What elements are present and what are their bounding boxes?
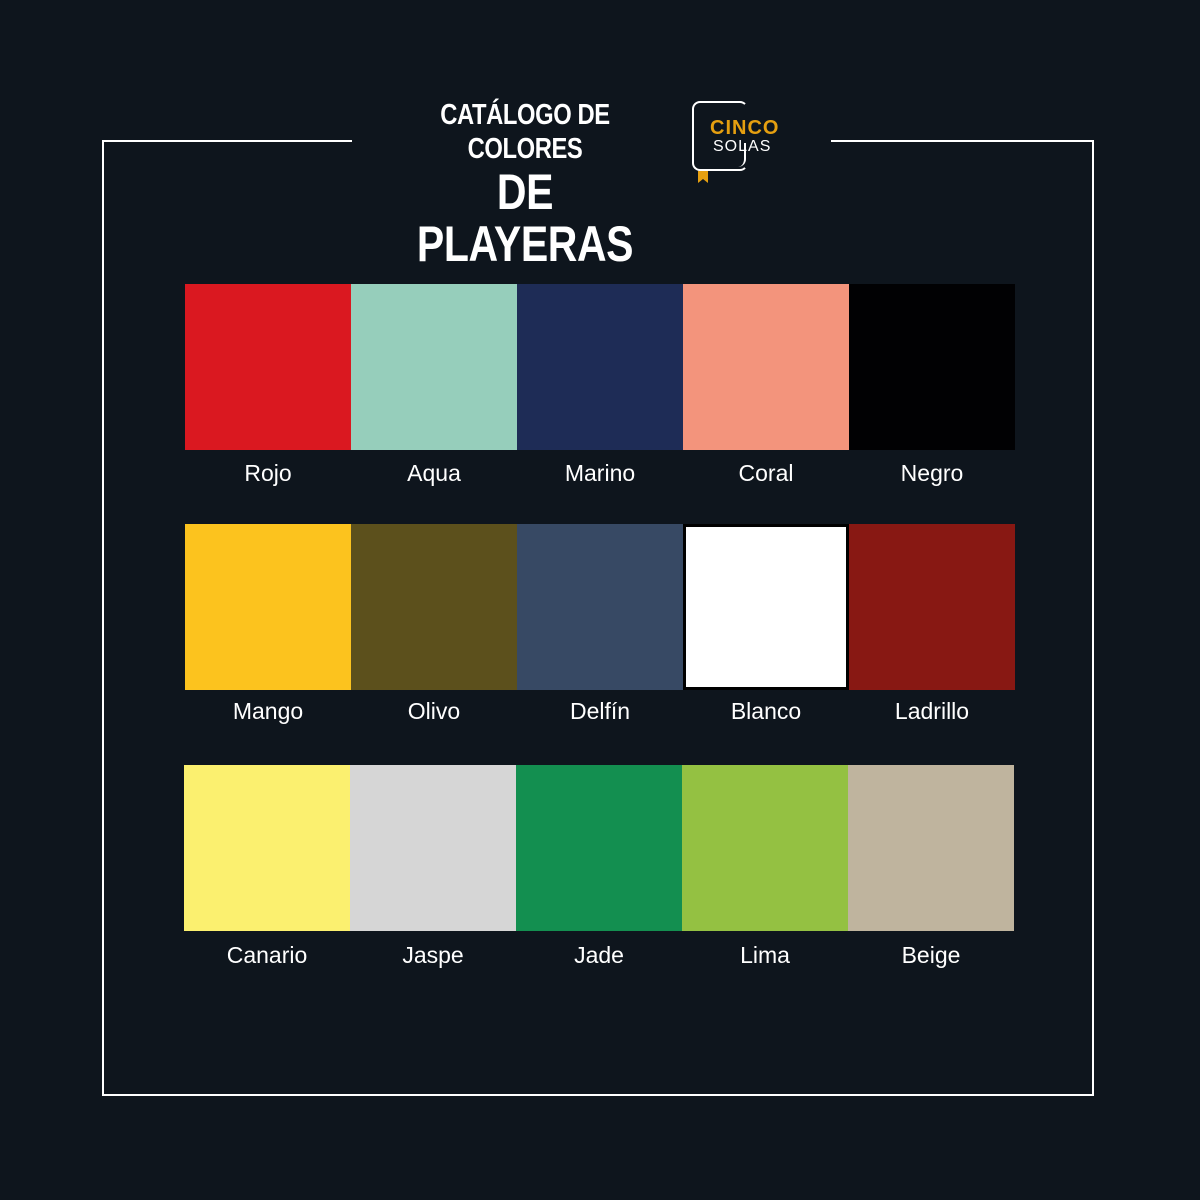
- color-label: Mango: [232, 698, 304, 724]
- frame-top-left-line: [102, 140, 352, 142]
- color-swatch: [517, 284, 683, 450]
- color-label: Coral: [738, 460, 794, 486]
- color-swatch: [683, 524, 849, 690]
- color-label: Jade: [574, 942, 624, 968]
- color-label: Olivo: [407, 698, 461, 724]
- color-label: Jaspe: [402, 942, 464, 968]
- logo-word-cinco: CINCO: [710, 117, 780, 139]
- color-item: Beige: [848, 765, 1014, 968]
- color-item: Aqua: [351, 284, 517, 486]
- color-item: Rojo: [185, 284, 351, 486]
- color-item: Jade: [516, 765, 682, 968]
- color-swatch: [683, 284, 849, 450]
- color-item: Jaspe: [350, 765, 516, 968]
- color-label: Aqua: [407, 460, 461, 486]
- bookmark-ribbon-icon: [698, 171, 708, 183]
- color-label: Ladrillo: [894, 698, 970, 724]
- color-swatch: [351, 284, 517, 450]
- color-label: Negro: [900, 460, 964, 486]
- color-swatch: [849, 284, 1015, 450]
- color-swatch: [848, 765, 1014, 931]
- color-swatch: [185, 284, 351, 450]
- brand-logo: CINCO SOLAS: [692, 101, 802, 185]
- title-line-1: CATÁLOGO DE COLORES: [440, 99, 610, 165]
- frame-top-right-line: [831, 140, 1094, 142]
- color-item: Olivo: [351, 524, 517, 724]
- color-item: Ladrillo: [849, 524, 1015, 724]
- swatch-row-3: Canario Jaspe Jade Lima Beige: [184, 765, 1014, 968]
- color-label: Delfín: [569, 698, 631, 724]
- logo-word-solas: SOLAS: [713, 138, 772, 155]
- color-label: Rojo: [244, 460, 292, 486]
- color-item: Mango: [185, 524, 351, 724]
- color-item: Delfín: [517, 524, 683, 724]
- color-swatch: [185, 524, 351, 690]
- color-swatch: [350, 765, 516, 931]
- color-swatch: [351, 524, 517, 690]
- color-item: Canario: [184, 765, 350, 968]
- swatch-row-2: Mango Olivo Delfín Blanco Ladrillo: [185, 524, 1015, 724]
- color-label: Canario: [226, 942, 308, 968]
- color-item: Negro: [849, 284, 1015, 486]
- color-swatch: [849, 524, 1015, 690]
- page-title: CATÁLOGO DE COLORES DE PLAYERAS: [360, 98, 690, 270]
- color-item: Marino: [517, 284, 683, 486]
- color-label: Lima: [740, 942, 790, 968]
- color-label: Beige: [901, 942, 961, 968]
- color-label: Blanco: [730, 698, 802, 724]
- color-swatch: [184, 765, 350, 931]
- color-item: Blanco: [683, 524, 849, 724]
- color-swatch: [516, 765, 682, 931]
- color-label: Marino: [564, 460, 636, 486]
- swatch-row-1: Rojo Aqua Marino Coral Negro: [185, 284, 1015, 486]
- title-line-2: DE PLAYERAS: [416, 164, 634, 272]
- color-item: Coral: [683, 284, 849, 486]
- color-swatch: [682, 765, 848, 931]
- color-swatch: [517, 524, 683, 690]
- color-item: Lima: [682, 765, 848, 968]
